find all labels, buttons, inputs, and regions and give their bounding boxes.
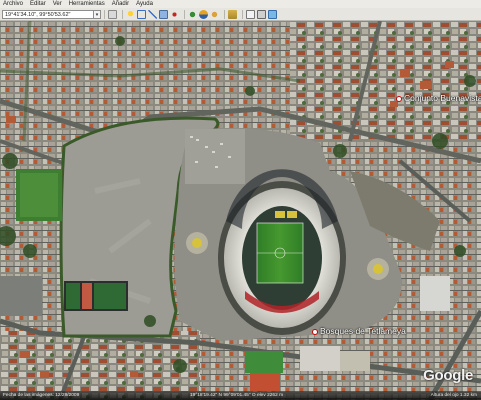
pointer-coordinates: 19°18'19.42" N 99°09'01.45" O elev 2262 …: [190, 393, 284, 398]
map-view[interactable]: Conjunto Buenavista Bosques de Tetlameya…: [0, 21, 481, 400]
search-dropdown-icon[interactable]: ▾: [94, 9, 101, 19]
menu-herramientas[interactable]: Herramientas: [69, 0, 105, 8]
menu-editar[interactable]: Editar: [30, 0, 46, 8]
menu-archivo[interactable]: Archivo: [3, 0, 23, 8]
toolbar-divider: [242, 9, 243, 19]
ruler-icon[interactable]: [228, 9, 237, 19]
eye-altitude: Altura del ojo 1.32 km: [430, 393, 477, 398]
google-logo: Google: [423, 367, 473, 384]
place-marker-icon: [396, 95, 402, 102]
email-icon[interactable]: [246, 9, 255, 19]
menu-anadir[interactable]: Añadir: [112, 0, 129, 8]
place-marker-icon: [312, 328, 318, 335]
imagery-date: Fecha de las imágenes: 12/29/2009: [3, 393, 80, 398]
toolbar-divider: [224, 9, 225, 19]
historical-imagery-icon[interactable]: [188, 9, 197, 19]
path-icon[interactable]: [148, 9, 157, 19]
menu-ver[interactable]: Ver: [53, 0, 62, 8]
place-label-bosques-de-tetlameya[interactable]: Bosques de Tetlameya: [312, 326, 406, 336]
status-bar: Fecha de las imágenes: 12/29/2009 19°18'…: [0, 391, 481, 400]
toolbar: 19°41'34.10", 99°50'53.62" ▾: [0, 8, 481, 21]
tour-icon[interactable]: [170, 9, 179, 19]
planets-icon[interactable]: [210, 9, 219, 19]
menu-bar: Archivo Editar Ver Herramientas Añadir A…: [0, 0, 481, 8]
toolbar-divider: [104, 9, 105, 19]
hide-sidebar-icon[interactable]: [108, 9, 117, 19]
sun-icon[interactable]: [199, 9, 208, 19]
toolbar-divider: [122, 9, 123, 19]
satellite-imagery: [0, 21, 481, 400]
view-in-maps-icon[interactable]: [268, 9, 277, 19]
polygon-icon[interactable]: [137, 9, 146, 19]
search-input[interactable]: 19°41'34.10", 99°50'53.62": [2, 9, 94, 19]
overlay-icon[interactable]: [159, 9, 168, 19]
placemark-icon[interactable]: [126, 9, 135, 19]
menu-ayuda[interactable]: Ayuda: [136, 0, 153, 8]
toolbar-divider: [184, 9, 185, 19]
place-label-conjunto-buenavista[interactable]: Conjunto Buenavista: [396, 93, 481, 103]
print-icon[interactable]: [257, 9, 266, 19]
